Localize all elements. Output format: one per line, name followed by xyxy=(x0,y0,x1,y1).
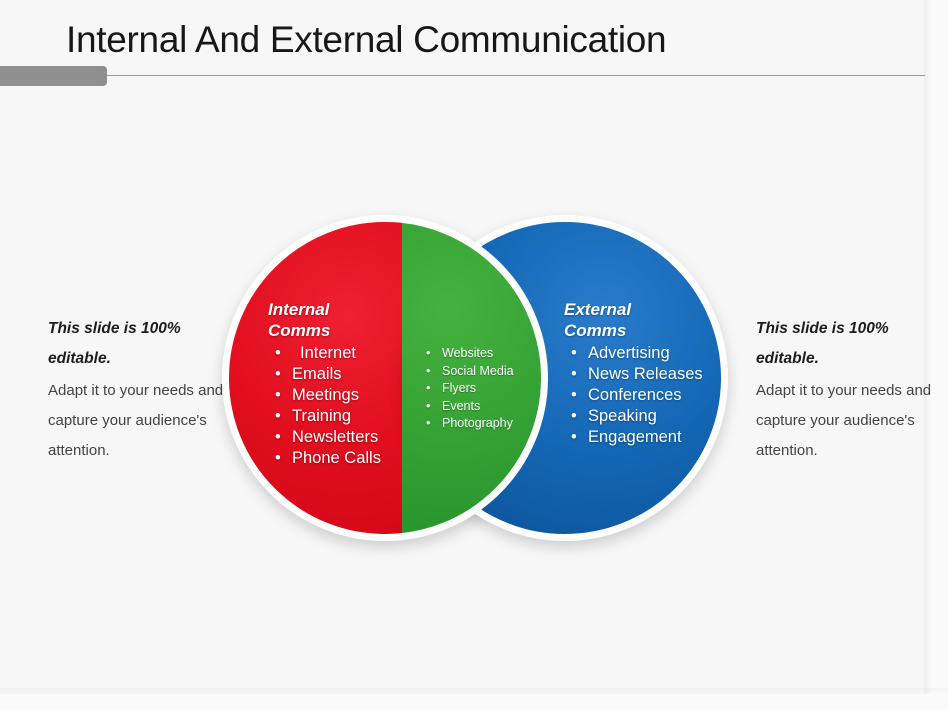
header-divider xyxy=(107,75,925,76)
external-comms-list: • Advertising • News Releases • Conferences… xyxy=(564,343,703,448)
list-item: • Advertising xyxy=(564,343,703,364)
list-item: • Events xyxy=(420,398,514,416)
slide: Internal And External Communication This… xyxy=(0,0,948,710)
bullet-icon: • xyxy=(275,344,281,362)
list-item: • News Releases xyxy=(564,364,703,385)
internal-comms-list: • Internet • Emails • Meetings • Training • N… xyxy=(268,343,381,469)
list-item: • Phone Calls xyxy=(268,448,381,469)
bullet-icon: • xyxy=(426,416,431,430)
left-note-lead: This slide is 100% editable. xyxy=(48,320,181,367)
list-item-label: Photography xyxy=(442,416,513,430)
bullet-icon: • xyxy=(275,428,281,446)
list-item-label: Advertising xyxy=(588,344,670,362)
bullet-icon: • xyxy=(275,449,281,467)
left-note: This slide is 100% editable. Adapt it to… xyxy=(48,314,226,466)
list-item: • Websites xyxy=(420,345,514,363)
list-item-label: Internet xyxy=(300,344,356,362)
list-item: • Flyers xyxy=(420,380,514,398)
list-item: • Photography xyxy=(420,415,514,433)
list-item-label: Newsletters xyxy=(292,428,379,446)
list-item-label: Events xyxy=(442,398,481,413)
bullet-icon: • xyxy=(571,386,577,404)
shared-comms-list: • Websites • Social Media • Flyers • Events … xyxy=(420,345,514,433)
list-item: • Social Media xyxy=(420,363,514,381)
list-item-label: Websites xyxy=(442,346,494,360)
list-item: • Speaking xyxy=(564,406,703,427)
external-comms-heading: External Comms xyxy=(564,300,632,340)
venn-diagram: Internal Comms • Internet • Emails • Meetin… xyxy=(214,207,744,549)
bullet-icon: • xyxy=(426,363,431,378)
bullet-icon: • xyxy=(275,365,281,383)
right-note-body: Adapt it to your needs and capture your … xyxy=(756,382,932,459)
right-note: This slide is 100% editable. Adapt it to… xyxy=(756,314,934,466)
list-item: • Training xyxy=(268,406,381,427)
page-title: Internal And External Communication xyxy=(66,19,667,60)
list-item-label: News Releases xyxy=(588,365,703,383)
list-item-label: Meetings xyxy=(292,386,359,404)
right-note-lead: This slide is 100% editable. xyxy=(756,320,889,367)
list-item: • Internet xyxy=(268,343,381,364)
title-accent-bar xyxy=(0,66,107,86)
bullet-icon: • xyxy=(275,386,281,404)
bullet-icon: • xyxy=(571,344,577,362)
list-item-label: Conferences xyxy=(588,386,682,404)
bullet-icon: • xyxy=(571,407,577,425)
list-item: • Engagement xyxy=(564,427,703,448)
list-item: • Newsletters xyxy=(268,427,381,448)
internal-comms-heading: Internal Comms xyxy=(268,300,331,340)
list-item-label: Engagement xyxy=(588,428,682,446)
bullet-icon: • xyxy=(426,346,431,360)
shared-comms-group: • Websites • Social Media • Flyers • Events … xyxy=(420,345,514,433)
bullet-icon: • xyxy=(275,407,281,425)
bullet-icon: • xyxy=(571,365,577,383)
list-item-label: Social Media xyxy=(442,363,514,378)
bullet-icon: • xyxy=(426,381,431,395)
external-comms-group: External Comms • Advertising • News Releas… xyxy=(564,299,703,448)
list-item-label: Speaking xyxy=(588,407,657,425)
list-item-label: Training xyxy=(292,407,351,425)
slide-frame-bottom-edge xyxy=(0,688,948,710)
list-item-label: Emails xyxy=(292,365,342,383)
left-note-body: Adapt it to your needs and capture your … xyxy=(48,382,224,459)
list-item: • Meetings xyxy=(268,385,381,406)
list-item-label: Flyers xyxy=(442,381,477,395)
list-item: • Emails xyxy=(268,364,381,385)
bullet-icon: • xyxy=(426,398,431,413)
list-item: • Conferences xyxy=(564,385,703,406)
list-item-label: Phone Calls xyxy=(292,449,381,467)
bullet-icon: • xyxy=(571,428,577,446)
internal-comms-group: Internal Comms • Internet • Emails • Meetin… xyxy=(268,299,381,469)
